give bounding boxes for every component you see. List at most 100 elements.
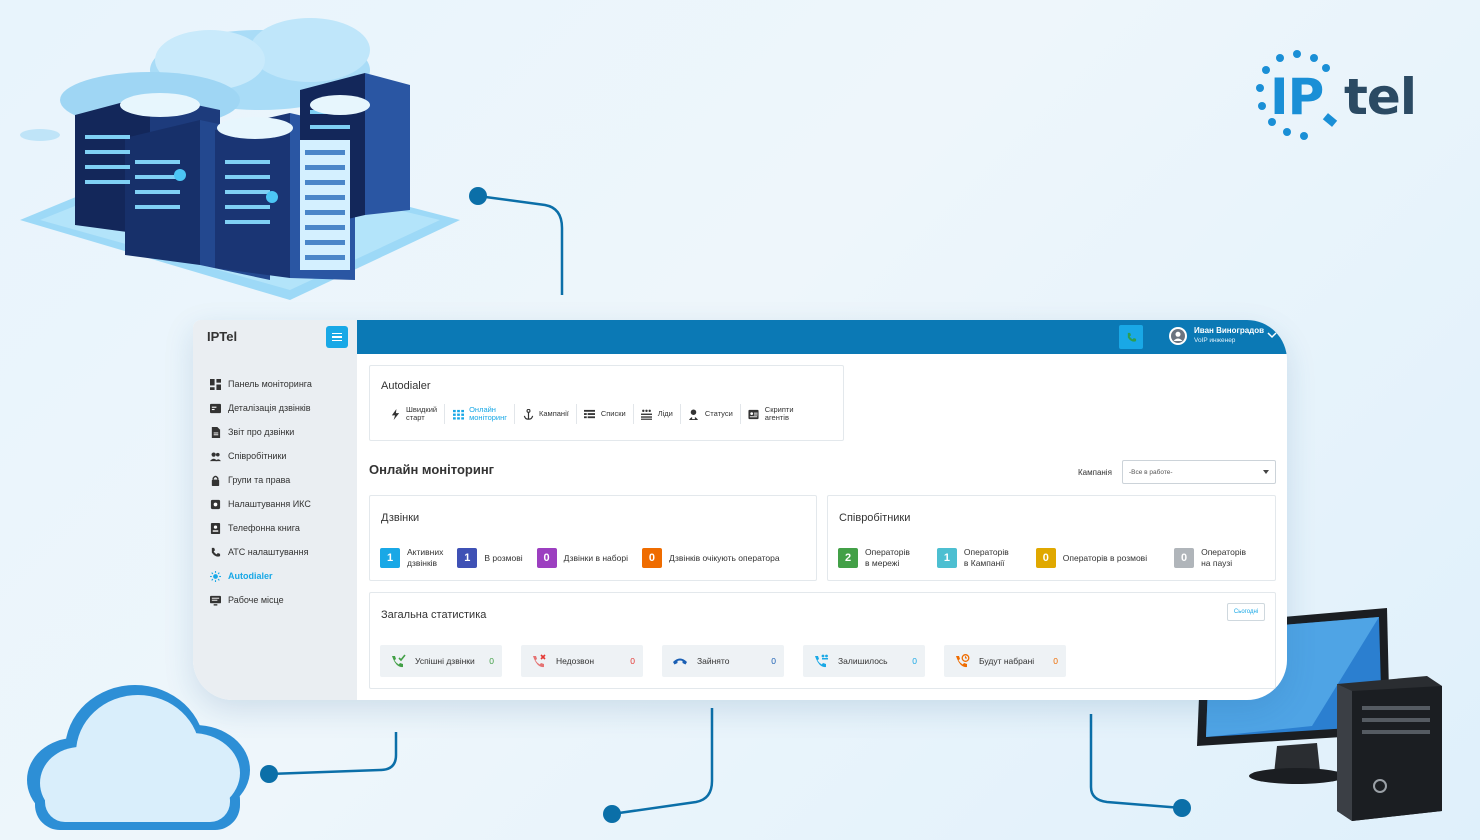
- sidebar-item-label: АТС налаштування: [228, 547, 309, 557]
- sidebar-item-label: Рабоче місце: [228, 595, 284, 605]
- stat-value: 0: [1053, 656, 1058, 666]
- softphone-button[interactable]: [1119, 325, 1143, 349]
- sidebar-item-phonebook[interactable]: Телефонна книга: [209, 516, 355, 540]
- menu-toggle-button[interactable]: [326, 326, 348, 348]
- stat-no-answer: Недозвон 0: [521, 645, 643, 677]
- sidebar-item-label: Налаштування ИКС: [228, 499, 311, 509]
- brand-title: IPTel: [207, 329, 238, 344]
- top-bar: Иван Виноградов VoIP инженер: [357, 320, 1287, 354]
- sidebar-item-call-report[interactable]: Звіт про дзвінки: [209, 420, 355, 444]
- stat-active-calls: 1 Активних дзвінків: [380, 547, 443, 569]
- stat-label: Успішні дзвінки: [415, 656, 475, 666]
- calls-card: Дзвінки 1 Активних дзвінків 1 В розмові 0…: [369, 495, 817, 581]
- sidebar-item-label: Співробітники: [228, 451, 287, 461]
- employees-card: Співробітники 2 Операторів в мережі 1 Опе…: [827, 495, 1276, 581]
- workplace-icon: [209, 594, 221, 606]
- stat-scheduled: Будут набрані 0: [944, 645, 1066, 677]
- sidebar-item-iks-settings[interactable]: Налаштування ИКС: [209, 492, 355, 516]
- stat-label: Дзвінків очікують оператора: [668, 552, 780, 563]
- phonebook-icon: [209, 522, 221, 534]
- autodialer-tabs: Швидкий старт Онлайн моніторинг Кампанії С…: [382, 404, 801, 424]
- sidebar: IPTel Панель моніторинга Деталізація дзв…: [193, 320, 357, 700]
- tab-label-line2: старт: [406, 413, 425, 422]
- tab-quick-start[interactable]: Швидкий старт: [382, 404, 446, 424]
- tab-leads[interactable]: Ліди: [634, 404, 681, 424]
- chevron-down-icon[interactable]: [1267, 331, 1277, 339]
- tab-statuses[interactable]: Статуси: [681, 404, 741, 424]
- stat-remaining: Залишилось 0: [803, 645, 925, 677]
- sidebar-item-label: Autodialer: [228, 571, 273, 581]
- tab-agent-scripts[interactable]: Скрипти агентів: [741, 404, 801, 424]
- tab-lists[interactable]: Списки: [577, 404, 634, 424]
- main-content: Autodialer Швидкий старт Онлайн моніторинг…: [357, 354, 1287, 700]
- sidebar-item-label: Звіт про дзвінки: [228, 427, 295, 437]
- tab-online-monitoring[interactable]: Онлайн моніторинг: [445, 404, 515, 424]
- stat-label-line2: дзвінків: [407, 558, 438, 568]
- anchor-icon: [522, 408, 534, 420]
- sidebar-item-autodialer[interactable]: Autodialer: [209, 564, 355, 588]
- stat-busy: Зайнято 0: [662, 645, 784, 677]
- lightning-icon: [389, 408, 401, 420]
- campaign-label: Кампанія: [1078, 468, 1112, 477]
- phone-icon: [1127, 332, 1136, 342]
- users-icon: [209, 450, 221, 462]
- logo-ip-text: IP: [1270, 68, 1324, 126]
- stat-badge: 0: [1174, 548, 1195, 568]
- employees-stats: 2 Операторів в мережі 1 Операторів в Кампа…: [838, 547, 1246, 569]
- stat-badge: 0: [1035, 548, 1056, 568]
- sidebar-item-workplace[interactable]: Рабоче місце: [209, 588, 355, 612]
- stat-value: 0: [489, 656, 494, 666]
- sidebar-item-pbx-settings[interactable]: АТС налаштування: [209, 540, 355, 564]
- sidebar-item-groups[interactable]: Групи та права: [209, 468, 355, 492]
- stat-label: Залишилось: [838, 656, 888, 666]
- stat-label: Операторів в розмові: [1062, 552, 1148, 563]
- sidebar-nav: Панель моніторинга Деталізація дзвінків …: [209, 372, 355, 612]
- stat-label-line2: на паузі: [1201, 558, 1233, 568]
- connector-line: [469, 187, 564, 295]
- call-detail-icon: [209, 402, 221, 414]
- campaign-select[interactable]: -Все в работе-: [1122, 460, 1276, 484]
- stat-label-line1: Активних: [407, 547, 444, 557]
- caret-down-icon: [1263, 470, 1269, 474]
- connector-line: [260, 732, 398, 783]
- stat-badge: 1: [936, 548, 957, 568]
- autodialer-icon: [209, 570, 221, 582]
- tab-campaigns[interactable]: Кампанії: [515, 404, 577, 424]
- lock-icon: [209, 474, 221, 486]
- general-stats-title: Загальна статистика: [381, 609, 487, 621]
- phone-missed-icon: [531, 653, 547, 669]
- stat-badge: 0: [536, 548, 557, 568]
- iptel-logo: IP tel: [1252, 46, 1442, 146]
- stat-waiting-operator: 0 Дзвінків очікують оператора: [641, 548, 780, 568]
- logo-tel-text: tel: [1344, 68, 1417, 126]
- phone-icon: [209, 546, 221, 558]
- stat-operators-paused: 0 Операторів на паузі: [1174, 547, 1246, 569]
- stat-value: 0: [912, 656, 917, 666]
- user-role: VoIP инженер: [1194, 337, 1236, 344]
- stat-label: В розмові: [484, 552, 523, 563]
- general-stats-card: Загальна статистика Сьогодні Успішні дзв…: [369, 592, 1276, 689]
- stat-badge: 1: [380, 548, 400, 568]
- page-title: Онлайн моніторинг: [369, 462, 495, 477]
- stat-operators-online: 2 Операторів в мережі: [838, 547, 910, 569]
- stat-badge: 0: [641, 548, 662, 568]
- calls-title: Дзвінки: [381, 512, 420, 524]
- stat-label: Недозвон: [556, 656, 595, 666]
- sidebar-item-call-details[interactable]: Деталізація дзвінків: [209, 396, 355, 420]
- sidebar-item-dashboard[interactable]: Панель моніторинга: [209, 372, 355, 396]
- sidebar-item-employees[interactable]: Співробітники: [209, 444, 355, 468]
- stat-operators-in-talk: 0 Операторів в розмові: [1035, 548, 1148, 568]
- user-name[interactable]: Иван Виноградов: [1194, 326, 1264, 335]
- today-button[interactable]: Сьогодні: [1227, 603, 1265, 621]
- tab-label: Кампанії: [539, 409, 569, 418]
- tab-label: Списки: [600, 409, 626, 418]
- stat-label-line1: Операторів: [1201, 547, 1246, 557]
- phone-hangup-icon: [672, 653, 688, 669]
- tab-label: Ліди: [657, 409, 673, 418]
- avatar[interactable]: [1169, 327, 1187, 345]
- connector-line: [603, 708, 714, 823]
- dashboard-icon: [209, 378, 221, 390]
- stat-label: Зайнято: [697, 656, 730, 666]
- gear-icon: [209, 498, 221, 510]
- autodialer-title: Autodialer: [381, 380, 431, 392]
